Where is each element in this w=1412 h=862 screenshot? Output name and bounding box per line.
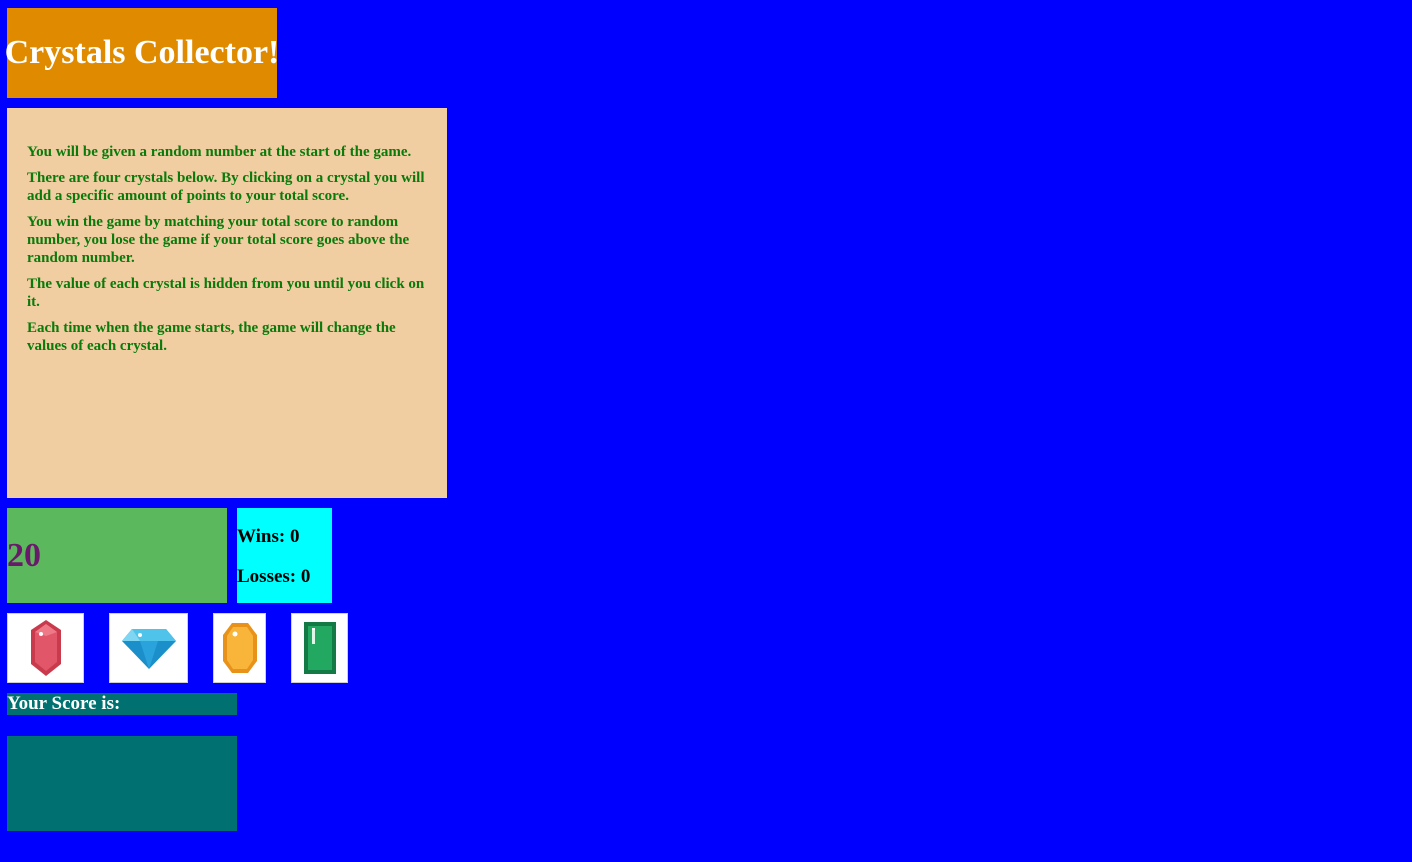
- yellow-crystal-icon: [222, 623, 257, 673]
- crystal-button-red[interactable]: [7, 613, 84, 683]
- instruction-text: The value of each crystal is hidden from…: [27, 276, 425, 310]
- wins-count: Wins: 0: [237, 526, 300, 547]
- crystal-button-yellow[interactable]: [213, 613, 266, 683]
- score-label: Your Score is:: [7, 693, 237, 715]
- random-number-box: 20: [7, 508, 227, 603]
- stats-box: Wins: 0 Losses: 0: [237, 508, 332, 603]
- crystal-button-green[interactable]: [291, 613, 348, 683]
- instruction-text: You will be given a random number at the…: [27, 144, 412, 160]
- blue-diamond-icon: [121, 629, 176, 669]
- instruction-text: Each time when the game starts, the game…: [27, 320, 396, 354]
- instruction-text: There are four crystals below. By clicki…: [27, 170, 425, 204]
- title-banner: Crystals Collector!: [4, 8, 280, 98]
- score-display: [7, 736, 237, 831]
- instructions-panel: You will be given a random number at the…: [7, 108, 447, 498]
- random-number: 20: [7, 536, 41, 574]
- crystal-button-blue[interactable]: [109, 613, 188, 683]
- page-title: Crystals Collector!: [4, 34, 280, 71]
- green-emerald-icon: [303, 622, 336, 674]
- instruction-text: You win the game by matching your total …: [27, 214, 410, 266]
- losses-count: Losses: 0: [237, 566, 311, 587]
- red-crystal-icon: [30, 620, 61, 676]
